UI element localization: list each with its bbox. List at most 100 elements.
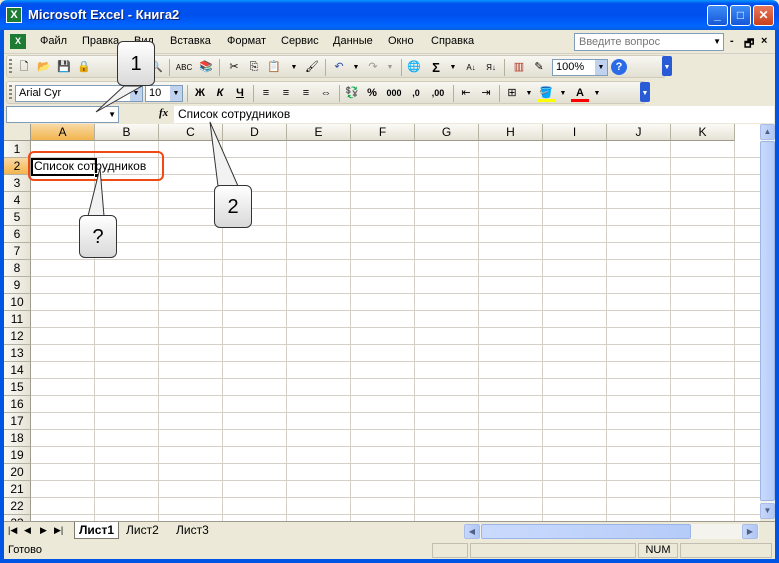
align-right-icon[interactable]: ≡	[297, 85, 315, 102]
borders-dropdown-icon[interactable]: ▼	[520, 85, 538, 102]
next-sheet-button[interactable]: ▶	[40, 525, 47, 536]
italic-button[interactable]: К	[211, 85, 229, 102]
column-header[interactable]: I	[543, 124, 607, 141]
help-question-input[interactable]: Введите вопрос ▼	[574, 33, 724, 51]
column-header[interactable]: A	[31, 124, 95, 141]
align-center-icon[interactable]: ≡	[277, 85, 295, 102]
sheet-tab-2[interactable]: Лист2	[122, 522, 163, 539]
name-box-dropdown-icon[interactable]: ▼	[108, 110, 116, 119]
row-header[interactable]: 3	[4, 175, 31, 192]
scroll-down-button[interactable]: ▼	[760, 503, 775, 519]
zoom-select[interactable]: 100% ▼	[552, 59, 608, 76]
worksheet-grid[interactable]: ABCDEFGHIJK 1 2 3 4 5 6 7 8 9 10 11 12 13 14 15 16 17 18 1…	[4, 124, 760, 524]
fill-color-icon[interactable]: 🪣	[537, 85, 555, 102]
select-all-button[interactable]	[4, 124, 31, 141]
menu-edit[interactable]: Правка	[82, 35, 119, 47]
menu-file[interactable]: Файл	[40, 35, 67, 47]
first-sheet-button[interactable]: |◀	[8, 525, 17, 536]
drawing-icon[interactable]: ✎	[530, 59, 548, 76]
help-icon[interactable]: ?	[611, 59, 627, 75]
workbook-icon[interactable]: X	[10, 34, 26, 49]
toolbar-options-icon[interactable]: ▼	[640, 82, 650, 102]
column-header[interactable]: C	[159, 124, 223, 141]
menu-insert[interactable]: Вставка	[170, 35, 211, 47]
borders-icon[interactable]: ⊞	[503, 85, 521, 102]
align-left-icon[interactable]: ≡	[257, 85, 275, 102]
column-header[interactable]: J	[607, 124, 671, 141]
chart-wizard-icon[interactable]: ▥	[510, 59, 528, 76]
menu-data[interactable]: Данные	[333, 35, 373, 47]
row-header[interactable]: 8	[4, 260, 31, 277]
row-header[interactable]: 11	[4, 311, 31, 328]
horizontal-scroll-thumb[interactable]	[481, 524, 691, 539]
increase-decimal-button[interactable]: ,0	[407, 85, 425, 102]
maximize-button[interactable]: □	[730, 5, 751, 26]
sheet-tab-1[interactable]: Лист1	[74, 522, 120, 539]
thousands-button[interactable]: 000	[385, 85, 403, 102]
fill-color-dropdown-icon[interactable]: ▼	[554, 85, 572, 102]
scroll-up-button[interactable]: ▲	[760, 124, 775, 140]
sort-descending-icon[interactable]: Я↓	[482, 59, 500, 76]
toolbar-grip[interactable]	[9, 85, 12, 101]
prev-sheet-button[interactable]: ◀	[24, 525, 31, 536]
font-color-icon[interactable]: A	[571, 85, 589, 102]
toolbar-options-icon[interactable]: ▼	[662, 56, 672, 76]
horizontal-scrollbar[interactable]: ◀ ▶	[464, 524, 759, 539]
row-header[interactable]: 21	[4, 481, 31, 498]
column-header[interactable]: H	[479, 124, 543, 141]
name-box[interactable]: ▼	[6, 106, 119, 123]
insert-function-icon[interactable]: fx	[159, 107, 168, 119]
cut-icon[interactable]: ✂	[225, 59, 243, 76]
sort-ascending-icon[interactable]: A↓	[462, 59, 480, 76]
font-name-select[interactable]: Arial Cyr ▼	[15, 85, 143, 102]
autosum-dropdown-icon[interactable]: ▼	[444, 59, 462, 76]
redo-icon[interactable]: ↷	[364, 59, 382, 76]
undo-dropdown-icon[interactable]: ▼	[347, 59, 365, 76]
paste-dropdown-icon[interactable]: ▼	[285, 59, 303, 76]
column-header[interactable]: K	[671, 124, 735, 141]
toolbar-grip[interactable]	[9, 59, 12, 75]
row-header[interactable]: 19	[4, 447, 31, 464]
font-size-dropdown-icon[interactable]: ▼	[170, 86, 182, 101]
row-header[interactable]: 18	[4, 430, 31, 447]
save-icon[interactable]: 💾	[55, 59, 73, 76]
menu-tools[interactable]: Сервис	[281, 35, 319, 47]
format-painter-icon[interactable]: 🖌	[303, 59, 321, 76]
help-dropdown-icon[interactable]: ▼	[713, 34, 721, 50]
new-icon[interactable]: 🗋	[15, 59, 33, 76]
decrease-decimal-button[interactable]: ,00	[429, 85, 447, 102]
row-header[interactable]: 5	[4, 209, 31, 226]
research-icon[interactable]: 📚	[197, 59, 215, 76]
row-header[interactable]: 12	[4, 328, 31, 345]
column-header[interactable]: B	[95, 124, 159, 141]
row-header[interactable]: 20	[4, 464, 31, 481]
column-header[interactable]: E	[287, 124, 351, 141]
row-header[interactable]: 17	[4, 413, 31, 430]
workbook-restore-button[interactable]: 🗗	[744, 35, 754, 54]
underline-button[interactable]: Ч	[231, 85, 249, 102]
menu-help[interactable]: Справка	[431, 35, 474, 47]
merge-center-icon[interactable]: ⇔	[317, 85, 335, 102]
row-header[interactable]: 9	[4, 277, 31, 294]
hyperlink-icon[interactable]: 🌐	[405, 59, 423, 76]
row-header[interactable]: 1	[4, 141, 31, 158]
font-size-select[interactable]: 10 ▼	[145, 85, 183, 102]
row-header[interactable]: 2	[4, 158, 31, 175]
close-button[interactable]: ✕	[753, 5, 774, 26]
redo-dropdown-icon[interactable]: ▼	[381, 59, 399, 76]
formula-input[interactable]: Список сотрудников	[174, 106, 774, 123]
increase-indent-icon[interactable]: ⇥	[477, 85, 495, 102]
row-header[interactable]: 7	[4, 243, 31, 260]
row-header[interactable]: 16	[4, 396, 31, 413]
autosum-icon[interactable]: Σ	[427, 59, 445, 76]
row-header[interactable]: 4	[4, 192, 31, 209]
open-icon[interactable]: 📂	[35, 59, 53, 76]
undo-icon[interactable]: ↶	[330, 59, 348, 76]
last-sheet-button[interactable]: ▶|	[54, 525, 63, 536]
menu-window[interactable]: Окно	[388, 35, 414, 47]
row-header[interactable]: 15	[4, 379, 31, 396]
row-header[interactable]: 10	[4, 294, 31, 311]
font-dropdown-icon[interactable]: ▼	[130, 86, 142, 101]
workbook-close-button[interactable]: ×	[761, 35, 767, 47]
permission-icon[interactable]: 🔒	[75, 59, 93, 76]
